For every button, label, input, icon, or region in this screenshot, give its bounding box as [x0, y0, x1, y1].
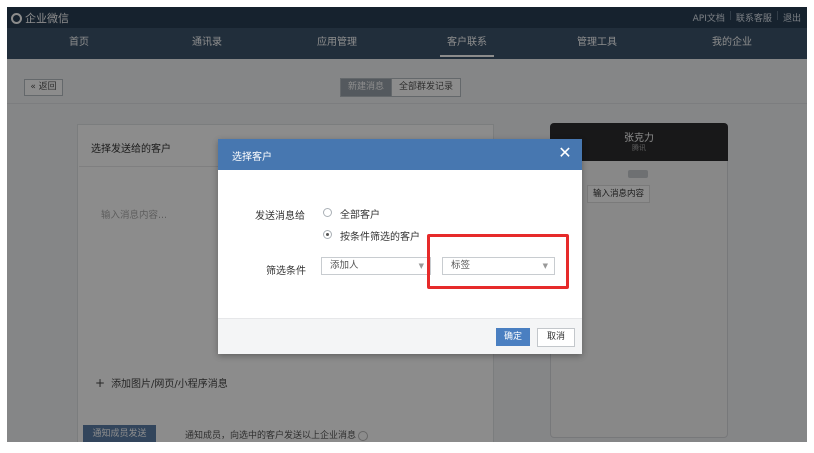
radio-filtered-customers-label[interactable]: 按条件筛选的客户: [340, 228, 420, 243]
radio-filtered-customers[interactable]: [323, 230, 332, 239]
adder-select[interactable]: 添加人 ▼: [321, 257, 431, 275]
confirm-button[interactable]: 确定: [496, 328, 530, 346]
filter-label: 筛选条件: [266, 266, 306, 277]
highlight-box: [427, 234, 569, 289]
radio-all-customers-label[interactable]: 全部客户: [340, 206, 380, 221]
adder-select-value: 添加人: [330, 260, 359, 271]
radio-all-customers[interactable]: [323, 208, 332, 217]
dialog-header: 选择客户 ✕: [218, 139, 582, 170]
app-window: 企业微信 API文档 | 联系客服 | 退出 首页 通讯录 应用管理 客户联系 …: [7, 7, 807, 442]
send-to-label: 发送消息给: [255, 211, 305, 222]
cancel-button[interactable]: 取消: [537, 328, 575, 347]
chevron-down-icon: ▼: [418, 262, 424, 270]
close-icon[interactable]: ✕: [556, 143, 574, 163]
dialog-title: 选择客户: [232, 152, 272, 163]
